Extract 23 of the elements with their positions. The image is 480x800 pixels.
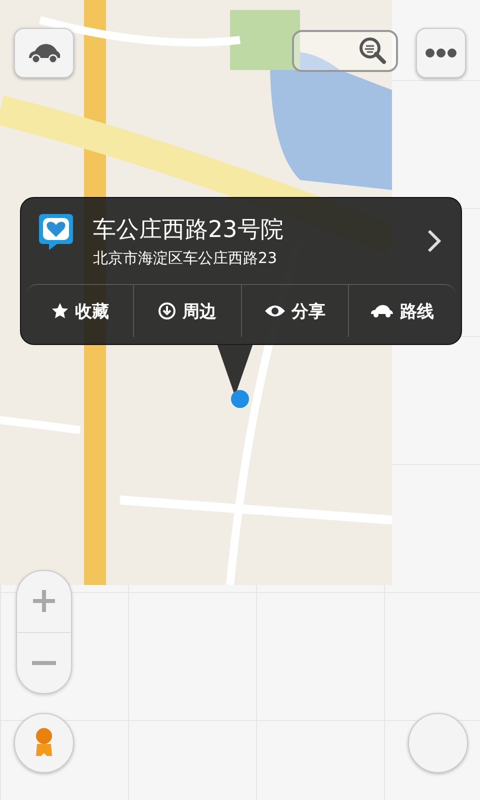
eye-icon [264, 303, 286, 319]
place-title: 车公庄西路23号院 [93, 216, 284, 245]
search-icon [358, 36, 388, 66]
park-area [230, 10, 300, 70]
popup-action-button[interactable]: 周边 [134, 285, 242, 337]
place-address: 北京市海淀区车公庄西路23 [93, 249, 278, 268]
plus-icon [32, 589, 56, 614]
popup-action-button[interactable]: 分享 [242, 285, 349, 337]
person-icon [33, 727, 55, 759]
popup-action-button[interactable]: 收藏 [27, 285, 134, 337]
more-icon [425, 48, 457, 58]
driving-mode-button[interactable] [14, 28, 74, 78]
search-field[interactable] [292, 30, 398, 72]
down-arrow-circle-icon [158, 302, 176, 320]
star-icon [51, 302, 70, 320]
chevron-right-icon[interactable] [427, 229, 441, 253]
car-icon [26, 42, 62, 64]
popup-action-button[interactable]: 路线 [348, 285, 455, 337]
car-icon [370, 304, 394, 318]
more-button[interactable] [416, 28, 466, 78]
street-view-button[interactable] [14, 713, 74, 773]
minus-icon [32, 660, 56, 666]
heart-pin-icon [37, 212, 75, 252]
